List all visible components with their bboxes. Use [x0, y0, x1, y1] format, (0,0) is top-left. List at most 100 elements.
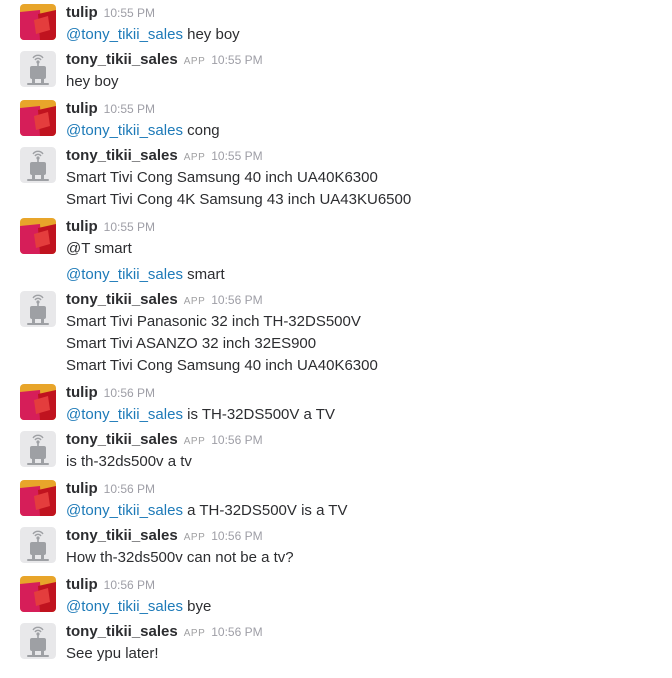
message-timestamp[interactable]: 10:56 PM: [211, 625, 262, 639]
tulip-avatar-icon[interactable]: [20, 384, 56, 420]
message-body: @T smart @tony_tikii_sales smart: [66, 238, 225, 286]
message-timestamp[interactable]: 10:55 PM: [104, 6, 155, 20]
message-line: Smart Tivi ASANZO 32 inch 32ES900: [66, 333, 378, 355]
message-header: tulip 10:56 PM: [66, 384, 155, 404]
user-mention-link[interactable]: @tony_tikii_sales: [66, 26, 183, 43]
message-line: @T smart: [66, 238, 225, 260]
message-text: a TH-32DS500V is a TV: [182, 502, 348, 519]
tulip-avatar-icon[interactable]: [20, 218, 56, 254]
message-text: cong: [182, 122, 220, 139]
sender-name[interactable]: tony_tikii_sales: [66, 147, 178, 164]
message-body: @tony_tikii_sales a TH-32DS500V is a TV: [66, 500, 347, 522]
user-mention-link[interactable]: @tony_tikii_sales: [66, 406, 183, 423]
message-text: smart: [182, 266, 225, 283]
app-badge: APP: [183, 436, 206, 447]
message-timestamp[interactable]: 10:56 PM: [104, 578, 155, 592]
app-badge: APP: [183, 532, 206, 543]
sender-name[interactable]: tulip: [66, 4, 98, 21]
bot-avatar-icon[interactable]: [20, 51, 56, 87]
sender-name[interactable]: tony_tikii_sales: [66, 527, 178, 544]
message-text: is th-32ds500v a tv: [66, 453, 192, 470]
message-header: tulip 10:55 PM: [66, 100, 155, 120]
message-line: @tony_tikii_sales is TH-32DS500V a TV: [66, 404, 335, 426]
tulip-avatar-icon[interactable]: [20, 480, 56, 516]
message-text: @T smart: [66, 240, 132, 257]
sender-name[interactable]: tony_tikii_sales: [66, 51, 178, 68]
message-timestamp[interactable]: 10:56 PM: [104, 482, 155, 496]
bot-avatar-icon[interactable]: [20, 431, 56, 467]
message-header: tulip 10:56 PM: [66, 480, 155, 500]
message-text: Smart Tivi Cong 4K Samsung 43 inch UA43K…: [66, 191, 412, 208]
message-header: tony_tikii_sales APP 10:56 PM: [66, 291, 263, 311]
message-line: @tony_tikii_sales hey boy: [66, 24, 240, 46]
message-header: tulip 10:55 PM: [66, 218, 155, 238]
message-line: @tony_tikii_sales a TH-32DS500V is a TV: [66, 500, 347, 522]
message-text: Smart Tivi Cong Samsung 40 inch UA40K630…: [66, 357, 378, 374]
message-timestamp[interactable]: 10:55 PM: [104, 220, 155, 234]
bot-avatar-icon[interactable]: [20, 623, 56, 659]
message-timestamp[interactable]: 10:56 PM: [211, 529, 262, 543]
sender-name[interactable]: tulip: [66, 576, 98, 593]
tulip-avatar-icon[interactable]: [20, 576, 56, 612]
message-line: hey boy: [66, 71, 119, 93]
message-line: Smart Tivi Panasonic 32 inch TH-32DS500V: [66, 311, 378, 333]
sender-name[interactable]: tony_tikii_sales: [66, 291, 178, 308]
message-text: How th-32ds500v can not be a tv?: [66, 549, 294, 566]
message-body: is th-32ds500v a tv: [66, 451, 192, 473]
message-body: @tony_tikii_sales cong: [66, 120, 220, 142]
sender-name[interactable]: tony_tikii_sales: [66, 431, 178, 448]
message-timestamp[interactable]: 10:55 PM: [211, 149, 262, 163]
user-mention-link[interactable]: @tony_tikii_sales: [66, 502, 183, 519]
message-text: is TH-32DS500V a TV: [182, 406, 335, 423]
message-header: tulip 10:55 PM: [66, 4, 155, 24]
message-text: See ypu later!: [66, 645, 159, 662]
message-body: hey boy: [66, 71, 119, 93]
message-timestamp[interactable]: 10:56 PM: [211, 293, 262, 307]
message-line: @tony_tikii_sales cong: [66, 120, 220, 142]
user-mention-link[interactable]: @tony_tikii_sales: [66, 122, 183, 139]
message-line: Smart Tivi Cong Samsung 40 inch UA40K630…: [66, 355, 378, 377]
message-text: Smart Tivi Panasonic 32 inch TH-32DS500V: [66, 313, 361, 330]
tulip-avatar-icon[interactable]: [20, 100, 56, 136]
bot-avatar-icon[interactable]: [20, 147, 56, 183]
message-timestamp[interactable]: 10:56 PM: [211, 433, 262, 447]
sender-name[interactable]: tulip: [66, 480, 98, 497]
sender-name[interactable]: tony_tikii_sales: [66, 623, 178, 640]
message-header: tony_tikii_sales APP 10:55 PM: [66, 51, 263, 71]
message-list: tulip 10:55 PM @tony_tikii_sales hey boy t…: [0, 0, 672, 678]
message-header: tony_tikii_sales APP 10:55 PM: [66, 147, 263, 167]
app-badge: APP: [183, 56, 206, 67]
bot-avatar-icon[interactable]: [20, 527, 56, 563]
message-timestamp[interactable]: 10:56 PM: [104, 386, 155, 400]
message-line: @tony_tikii_sales smart: [66, 264, 225, 286]
sender-name[interactable]: tulip: [66, 384, 98, 401]
message-line: Smart Tivi Cong 4K Samsung 43 inch UA43K…: [66, 189, 411, 211]
app-badge: APP: [183, 296, 206, 307]
message-body: Smart Tivi Cong Samsung 40 inch UA40K630…: [66, 167, 411, 211]
message-text: hey boy: [66, 73, 119, 90]
message-text: Smart Tivi Cong Samsung 40 inch UA40K630…: [66, 169, 378, 186]
message-line: Smart Tivi Cong Samsung 40 inch UA40K630…: [66, 167, 411, 189]
message-line: is th-32ds500v a tv: [66, 451, 192, 473]
bot-avatar-icon[interactable]: [20, 291, 56, 327]
message-text: bye: [182, 598, 212, 615]
message-body: @tony_tikii_sales is TH-32DS500V a TV: [66, 404, 335, 426]
message-body: @tony_tikii_sales hey boy: [66, 24, 240, 46]
message-line: How th-32ds500v can not be a tv?: [66, 547, 294, 569]
message-header: tony_tikii_sales APP 10:56 PM: [66, 527, 263, 547]
message-header: tony_tikii_sales APP 10:56 PM: [66, 431, 263, 451]
sender-name[interactable]: tulip: [66, 218, 98, 235]
message-text: Smart Tivi ASANZO 32 inch 32ES900: [66, 335, 317, 352]
message-body: Smart Tivi Panasonic 32 inch TH-32DS500V…: [66, 311, 378, 377]
app-badge: APP: [183, 152, 206, 163]
message-text: hey boy: [182, 26, 240, 43]
user-mention-link[interactable]: @tony_tikii_sales: [66, 266, 183, 283]
message-body: @tony_tikii_sales bye: [66, 596, 211, 618]
message-timestamp[interactable]: 10:55 PM: [104, 102, 155, 116]
tulip-avatar-icon[interactable]: [20, 4, 56, 40]
message-line: See ypu later!: [66, 643, 159, 665]
message-timestamp[interactable]: 10:55 PM: [211, 53, 262, 67]
user-mention-link[interactable]: @tony_tikii_sales: [66, 598, 183, 615]
message-line: @tony_tikii_sales bye: [66, 596, 211, 618]
sender-name[interactable]: tulip: [66, 100, 98, 117]
